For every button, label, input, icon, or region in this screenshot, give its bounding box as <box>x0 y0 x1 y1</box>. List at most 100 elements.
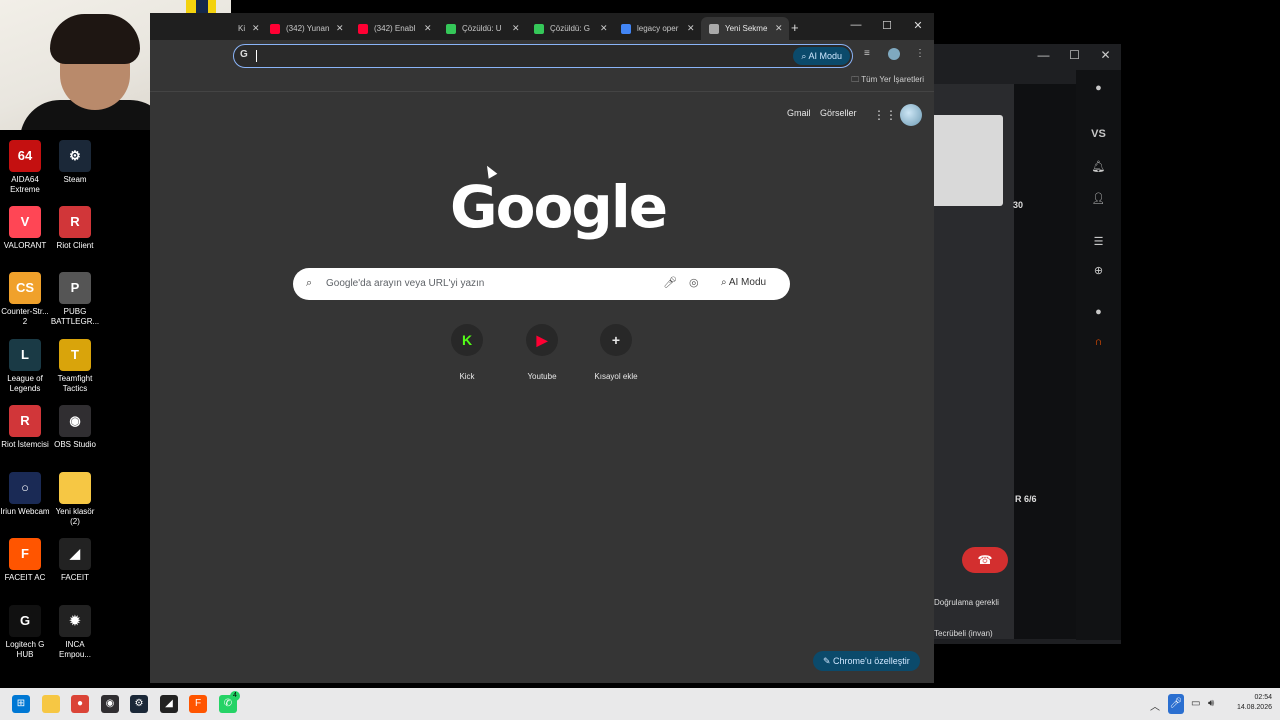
tab-close-icon[interactable]: ✕ <box>512 23 520 34</box>
ntp-ai-mode-button[interactable]: ⌕ AI Modu <box>721 277 766 288</box>
shortcut-label: Youtube <box>527 372 557 381</box>
vs-label[interactable]: VS <box>1076 128 1121 140</box>
close-icon[interactable]: ✕ <box>903 19 933 32</box>
desktop-icon-riot-client[interactable]: R Riot Client <box>50 206 100 251</box>
clock[interactable]: 02:54 14.08.2026 <box>1222 693 1272 713</box>
gmail-link[interactable]: Gmail <box>787 108 811 118</box>
desktop-icon-obs-studio[interactable]: ◉ OBS Studio <box>50 405 100 450</box>
ntp-profile-avatar[interactable] <box>900 104 922 126</box>
taskbar-faceit-icon[interactable]: ◢ <box>160 695 178 713</box>
search-icon: ⌕ <box>306 277 313 289</box>
tab-close-icon[interactable]: ✕ <box>775 23 783 34</box>
new-tab-button[interactable]: + <box>791 20 799 35</box>
desktop-icon-faceit[interactable]: ◢ FACEIT <box>50 538 100 583</box>
desktop-icon-pubg-battlegr[interactable]: P PUBG BATTLEGR... <box>50 272 100 327</box>
desktop-icon-aida64-extreme[interactable]: 64 AIDA64 Extreme <box>0 140 50 195</box>
tab-0[interactable]: Ki ✕ <box>230 17 262 40</box>
bg-minimize-icon[interactable]: — <box>1028 48 1059 62</box>
taskbar-windows-start-icon[interactable]: ⊞ <box>12 695 30 713</box>
speaker-icon[interactable]: 🔊︎ <box>1208 698 1214 709</box>
images-link[interactable]: Görseller <box>820 108 857 118</box>
tab-6[interactable]: Yeni Sekme ✕ <box>701 17 789 40</box>
shortcut-k-sayol-ekle[interactable]: + Kısayol ekle <box>586 324 646 381</box>
app-icon: ⚙ <box>59 140 91 172</box>
menu-icon[interactable]: ⋮ <box>915 48 925 59</box>
desktop-icon-label: INCA Empou... <box>58 640 91 659</box>
shortcut-youtube[interactable]: ▶ Youtube <box>512 324 572 381</box>
desktop-icon-valorant[interactable]: V VALORANT <box>0 206 50 251</box>
all-bookmarks-label: Tüm Yer İşaretleri <box>861 75 924 84</box>
desktop-icon-inca-empou[interactable]: ✹ INCA Empou... <box>50 605 100 660</box>
tray-chevron-icon[interactable]: ︿ <box>1150 698 1160 713</box>
desktop-icon-counter-str-2[interactable]: CS Counter-Str... 2 <box>0 272 50 327</box>
headset-icon[interactable]: ∩ <box>1076 336 1121 348</box>
desktop-icon-yeni-klas-r-2[interactable]: Yeni klasör (2) <box>50 472 100 527</box>
bg-close-icon[interactable]: ✕ <box>1090 48 1121 62</box>
bg-maximize-icon[interactable]: ☐ <box>1059 48 1090 62</box>
bell-icon[interactable]: 🔔︎ <box>1076 160 1121 173</box>
friends-icon[interactable]: 👤︎ <box>1076 192 1121 205</box>
desktop-icon-steam[interactable]: ⚙ Steam <box>50 140 100 185</box>
desktop-icon-league-of-legends[interactable]: L League of Legends <box>0 339 50 394</box>
taskbar-steam-icon[interactable]: ⚙ <box>130 695 148 713</box>
taskbar-obs-icon[interactable]: ◉ <box>101 695 119 713</box>
bg-right-rail: ● VS 🔔︎ 👤︎ ☰ ⊕ ● ∩ <box>1076 70 1121 640</box>
app-icon: T <box>59 339 91 371</box>
desktop-icon-teamfight-tactics[interactable]: T Teamfight Tactics <box>50 339 100 394</box>
person-icon[interactable]: ● <box>1076 306 1121 318</box>
profile-avatar[interactable] <box>888 48 900 60</box>
tab-5[interactable]: legacy oper ✕ <box>613 17 701 40</box>
tab-favicon-icon <box>446 23 456 34</box>
party-icon[interactable]: ☰ <box>1076 235 1121 248</box>
shortcut-icon: ▶ <box>526 324 558 356</box>
tab-favicon-icon <box>534 23 544 34</box>
tab-close-icon[interactable]: ✕ <box>252 23 260 34</box>
shortcut-icon: + <box>600 324 632 356</box>
clock-date: 14.08.2026 <box>1236 704 1272 711</box>
desktop-icon-label: FACEIT <box>60 573 89 582</box>
app-icon: ○ <box>9 472 41 504</box>
desktop-icon-label: Yeni klasör (2) <box>55 507 95 526</box>
taskbar-chrome-icon[interactable]: ● <box>71 695 89 713</box>
lens-icon[interactable]: ◎ <box>689 276 699 289</box>
tab-4[interactable]: Çözüldü: G ✕ <box>526 17 614 40</box>
search-placeholder: Google'da arayın veya URL'yi yazın <box>326 278 485 289</box>
microphone-icon[interactable]: 🎤︎ <box>663 276 677 289</box>
add-icon[interactable]: ⊕ <box>1076 264 1121 277</box>
bg-text-r66: R 6/6 <box>1015 494 1037 504</box>
all-bookmarks-button[interactable]: 🗀︎ Tüm Yer İşaretleri <box>851 74 924 88</box>
hangup-button[interactable]: ☎ <box>962 547 1008 573</box>
ntp-search-box[interactable]: ⌕ Google'da arayın veya URL'yi yazın 🎤︎ … <box>293 268 790 300</box>
tab-close-icon[interactable]: ✕ <box>424 23 432 34</box>
tab-close-icon[interactable]: ✕ <box>687 23 695 34</box>
taskbar-faceit-ac-icon[interactable]: F <box>189 695 207 713</box>
maximize-icon[interactable]: ☐ <box>872 19 902 32</box>
tab-title: legacy oper <box>637 24 679 33</box>
address-bar[interactable]: G ⌕ AI Modu <box>233 44 853 68</box>
tab-close-icon[interactable]: ✕ <box>336 23 344 34</box>
tab-2[interactable]: (342) Enabl ✕ <box>350 17 438 40</box>
shortcut-kick[interactable]: K Kick <box>437 324 497 381</box>
tab-1[interactable]: (342) Yunan ✕ <box>262 17 350 40</box>
ai-mode-button[interactable]: ⌕ AI Modu <box>793 47 850 65</box>
toolbar: G ⌕ AI Modu ≡ ⋮ <box>150 40 934 70</box>
app-icon: R <box>59 206 91 238</box>
app-icon: G <box>9 605 41 637</box>
reading-list-icon[interactable]: ≡ <box>864 48 870 59</box>
minimize-icon[interactable]: — <box>841 19 871 31</box>
shortcut-label: Kick <box>459 372 475 381</box>
tab-title: (342) Enabl <box>374 24 416 33</box>
tab-close-icon[interactable]: ✕ <box>600 23 608 34</box>
microphone-tray-icon[interactable]: 🎤︎ <box>1168 694 1184 714</box>
desktop-icon-iriun-webcam[interactable]: ○ Iriun Webcam <box>0 472 50 517</box>
user-icon[interactable]: ● <box>1076 82 1121 94</box>
desktop-icon-logitech-g-hub[interactable]: G Logitech G HUB <box>0 605 50 660</box>
taskbar-file-explorer-icon[interactable] <box>42 695 60 713</box>
desktop-icon-faceit-ac[interactable]: F FACEIT AC <box>0 538 50 583</box>
customize-label: Chrome'u özelleştir <box>833 656 910 666</box>
customize-chrome-button[interactable]: ✎ Chrome'u özelleştir <box>813 651 920 671</box>
tab-3[interactable]: Çözüldü: U ✕ <box>438 17 526 40</box>
desktop-icon-riot-i-stemcisi[interactable]: R Riot İstemcisi <box>0 405 50 450</box>
display-icon[interactable]: ▭ <box>1191 698 1200 709</box>
app-icon: 64 <box>9 140 41 172</box>
